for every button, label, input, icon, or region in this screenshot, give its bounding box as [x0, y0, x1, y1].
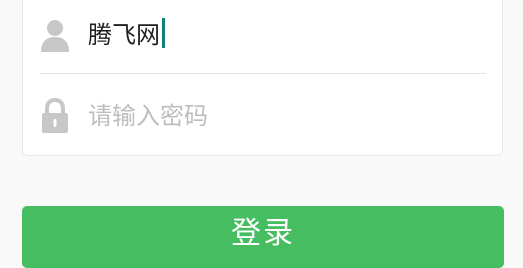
login-form-card: 腾飞网 请输入密码: [22, 0, 503, 156]
field-divider: [40, 73, 486, 74]
password-row[interactable]: 请输入密码: [23, 84, 502, 144]
username-value: 腾飞网: [88, 21, 160, 49]
user-icon: [39, 17, 71, 53]
password-field[interactable]: 请输入密码: [88, 98, 208, 134]
lock-icon: [39, 97, 71, 134]
login-button[interactable]: 登录: [22, 206, 504, 268]
username-field[interactable]: 腾飞网: [88, 17, 165, 53]
username-row[interactable]: 腾飞网: [23, 3, 502, 63]
text-caret: [162, 18, 165, 48]
